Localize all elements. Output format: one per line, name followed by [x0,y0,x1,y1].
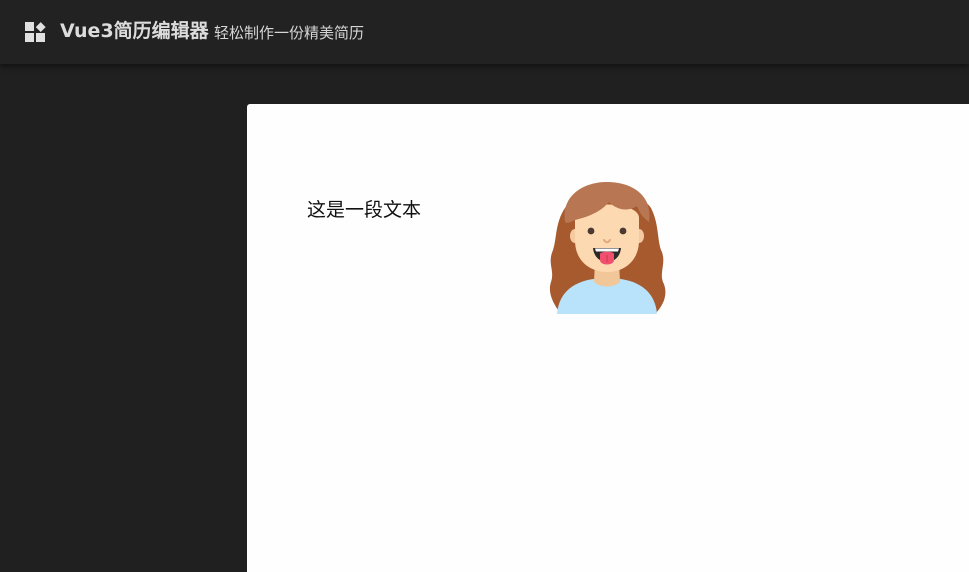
girl-avatar-icon[interactable] [547,178,667,314]
resume-canvas[interactable]: 这是一段文本 [247,104,969,572]
blocks-logo-icon[interactable] [25,22,47,42]
resume-editor-app: Vue3简历编辑器 轻松制作一份精美简历 这是一段文本 [0,0,969,572]
app-title: Vue3简历编辑器 [60,20,209,42]
app-subtitle: 轻松制作一份精美简历 [214,24,365,42]
top-header: Vue3简历编辑器 轻松制作一份精美简历 [0,0,969,64]
text-block[interactable]: 这是一段文本 [307,198,421,222]
